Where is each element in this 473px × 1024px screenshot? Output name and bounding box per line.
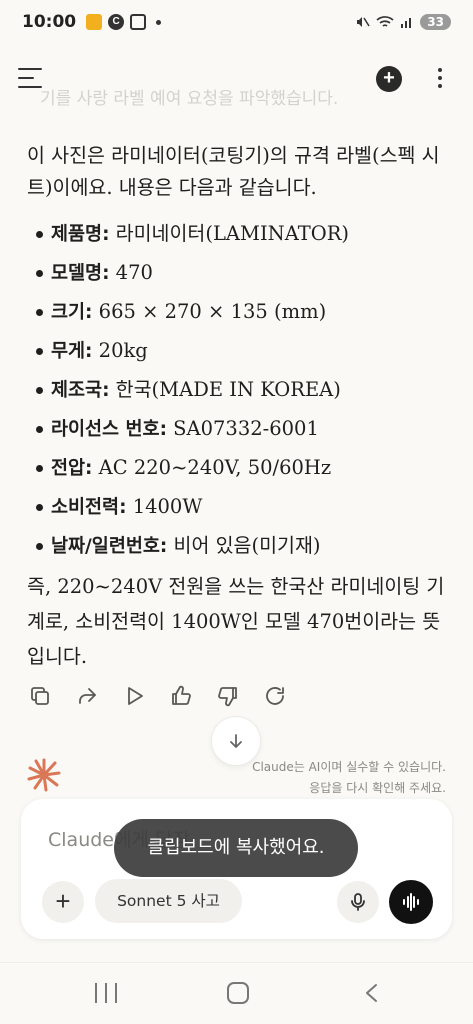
spec-item: 소비전력: 1400W bbox=[27, 487, 452, 526]
add-attachment-button[interactable]: + bbox=[42, 881, 84, 923]
arrow-down-icon bbox=[230, 734, 242, 748]
faded-previous-text: 기를 사랑 라벨 예여 요청을 파악했습니다. bbox=[40, 89, 339, 109]
wifi-icon bbox=[376, 16, 394, 27]
spec-item: 크기: 665 × 270 × 135 (mm) bbox=[27, 292, 452, 331]
system-nav-bar bbox=[0, 962, 473, 1024]
message-intro: 이 사진은 라미네이터(코팅기)의 규격 라벨(스펙 시트)이에요. 내용은 다… bbox=[27, 144, 440, 199]
message-actions bbox=[28, 684, 287, 708]
retry-icon[interactable] bbox=[263, 684, 287, 708]
message-summary: 즉, 220~240V 전원을 쓰는 한국산 라미네이팅 기계로, 소비전력이 … bbox=[27, 575, 445, 668]
home-icon[interactable] bbox=[227, 982, 249, 1004]
copy-icon[interactable] bbox=[28, 684, 52, 708]
more-notifications-dot-icon bbox=[156, 19, 162, 25]
notification-scan-icon bbox=[130, 14, 147, 30]
model-selector-button[interactable]: Sonnet 5 사고 bbox=[95, 879, 242, 923]
status-right: 33 bbox=[354, 14, 451, 30]
more-vertical-icon[interactable] bbox=[436, 68, 444, 92]
claude-logo-icon bbox=[27, 758, 61, 792]
app-header: 기를 사랑 라벨 예여 요청을 파악했습니다. + bbox=[0, 56, 473, 109]
notification-c-icon: C bbox=[108, 14, 125, 30]
plus-circle-icon: + bbox=[383, 67, 395, 89]
play-icon[interactable] bbox=[122, 684, 146, 708]
spec-item: 제품명: 라미네이터(LAMINATOR) bbox=[27, 214, 452, 253]
spec-item: 모델명: 470 bbox=[27, 253, 452, 292]
back-icon[interactable] bbox=[364, 983, 378, 1003]
spec-item: 라이선스 번호: SA07332-6001 bbox=[27, 409, 452, 448]
spec-item: 무게: 20kg bbox=[27, 331, 452, 370]
microphone-button[interactable] bbox=[337, 881, 379, 923]
spec-item: 전압: AC 220~240V, 50/60Hz bbox=[27, 448, 452, 487]
share-icon[interactable] bbox=[75, 684, 99, 708]
thumbs-down-icon[interactable] bbox=[216, 684, 240, 708]
status-time: 10:00 bbox=[22, 12, 77, 32]
assistant-message: 이 사진은 라미네이터(코팅기)의 규격 라벨(스펙 시트)이에요. 내용은 다… bbox=[27, 140, 452, 674]
microphone-icon bbox=[351, 893, 365, 911]
waveform-icon bbox=[403, 893, 419, 911]
notification-emoji-icon bbox=[86, 14, 103, 30]
disclaimer: Claude는 AI이며 실수할 수 있습니다. 응답을 다시 확인해 주세요. bbox=[252, 760, 446, 795]
toast-message: 클립보드에 복사했어요. bbox=[114, 819, 358, 877]
spec-list: 제품명: 라미네이터(LAMINATOR) 모델명: 470 크기: 665 ×… bbox=[27, 214, 452, 565]
signal-icon bbox=[401, 18, 412, 28]
spec-item: 날짜/일련번호: 비어 있음(미기재) bbox=[27, 526, 452, 565]
recents-icon[interactable] bbox=[95, 983, 117, 1003]
mute-icon bbox=[357, 17, 370, 27]
thumbs-up-icon[interactable] bbox=[169, 684, 193, 708]
battery-indicator: 33 bbox=[420, 14, 451, 30]
status-bar: 10:00 C 33 bbox=[0, 0, 473, 44]
spec-item: 제조국: 한국(MADE IN KOREA) bbox=[27, 370, 452, 409]
voice-mode-button[interactable] bbox=[389, 880, 433, 924]
new-chat-button[interactable]: + bbox=[376, 66, 402, 92]
